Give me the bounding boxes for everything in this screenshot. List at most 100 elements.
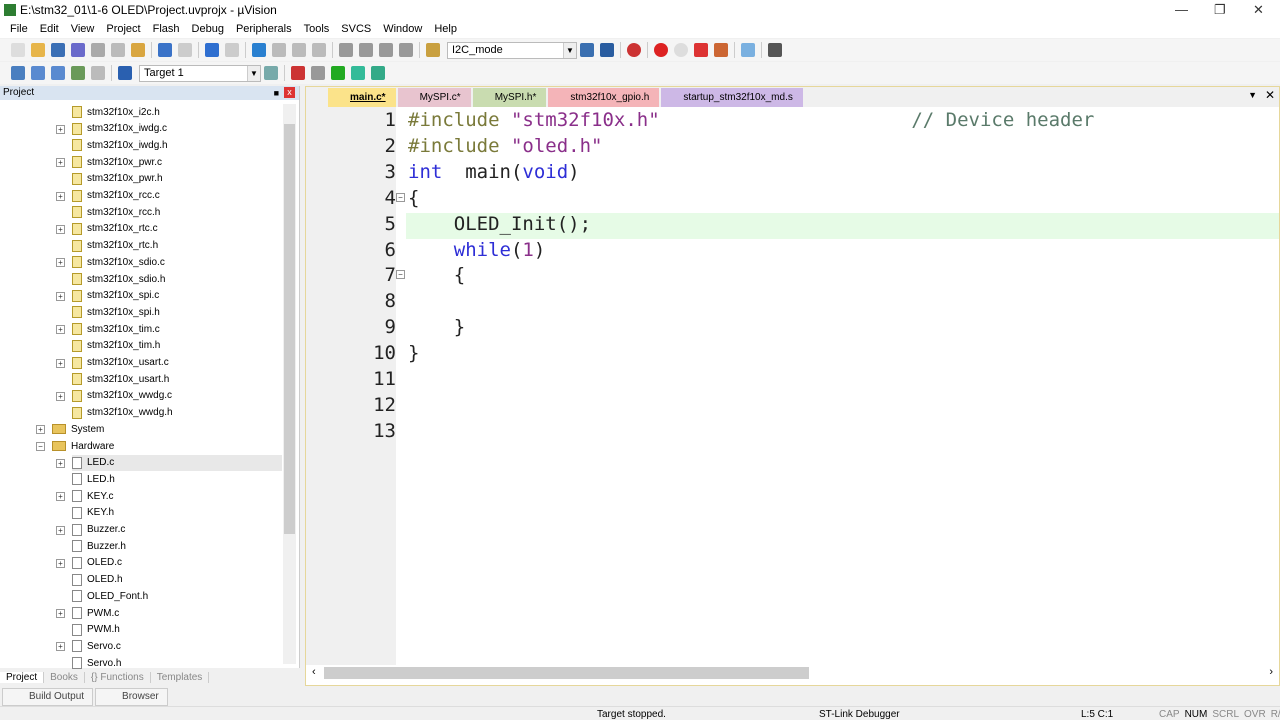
close-tab-icon[interactable]: ✕ — [1265, 88, 1275, 102]
collapse-icon[interactable]: − — [36, 442, 45, 451]
toolbar-icon-17[interactable] — [312, 43, 326, 57]
expand-icon[interactable]: + — [56, 558, 65, 568]
expand-icon[interactable]: + — [56, 191, 65, 201]
debug-icon-1[interactable] — [600, 43, 614, 57]
editor-tab[interactable]: stm32f10x_gpio.h — [548, 88, 660, 107]
pin-icon[interactable]: ■ — [274, 86, 279, 100]
debug-icon-8[interactable] — [714, 43, 728, 57]
target-icon-6[interactable] — [371, 66, 385, 80]
build-icon-4[interactable] — [91, 66, 105, 80]
target-icon-2[interactable] — [291, 66, 305, 80]
target-icon-0[interactable] — [264, 66, 278, 80]
toolbar-icon-24[interactable] — [426, 43, 440, 57]
editor-tab[interactable]: MySPI.h* — [472, 88, 547, 107]
tree-item[interactable]: stm32f10x_iwdg.c — [72, 121, 167, 137]
tree-item[interactable]: stm32f10x_rcc.h — [72, 204, 160, 220]
tree-item[interactable]: OLED_Font.h — [72, 588, 148, 604]
panel-tab-2[interactable]: {} Functions — [85, 671, 151, 683]
tree-item[interactable]: stm32f10x_tim.h — [72, 338, 160, 354]
tree-item[interactable]: stm32f10x_rtc.c — [72, 221, 158, 237]
tree-item[interactable]: KEY.c — [72, 488, 114, 504]
editor[interactable]: main.c* MySPI.c* MySPI.h* stm32f10x_gpio.h s… — [305, 86, 1280, 686]
tree-item[interactable]: stm32f10x_rtc.h — [72, 238, 158, 254]
chevron-down-icon[interactable]: ▼ — [563, 42, 576, 58]
minimize-button[interactable]: — — [1175, 2, 1188, 17]
menu-window[interactable]: Window — [383, 23, 422, 35]
editor-tab[interactable]: startup_stm32f10x_md.s — [661, 88, 803, 107]
tree-item[interactable]: stm32f10x_spi.c — [72, 288, 159, 304]
menu-edit[interactable]: Edit — [40, 23, 59, 35]
tree-item[interactable]: stm32f10x_iwdg.h — [72, 137, 168, 153]
tree-item[interactable]: stm32f10x_spi.h — [72, 304, 160, 320]
toolbar-icon-15[interactable] — [272, 43, 286, 57]
menu-svcs[interactable]: SVCS — [341, 23, 371, 35]
bottom-tab-0[interactable]: Build Output — [2, 688, 94, 706]
fold-icon[interactable]: − — [396, 270, 405, 280]
tree-item[interactable]: KEY.h — [72, 505, 114, 521]
debug-icon-3[interactable] — [627, 43, 641, 57]
build-icon-3[interactable] — [71, 66, 85, 80]
code-line[interactable]: #include "oled.h" — [408, 135, 602, 157]
code-line[interactable]: #include "stm32f10x.h" // Device header — [408, 109, 1094, 131]
target-icon-4[interactable] — [331, 66, 345, 80]
tree-item[interactable]: stm32f10x_i2c.h — [72, 104, 160, 120]
tree-scrollbar[interactable] — [283, 104, 296, 664]
tree-item[interactable]: Buzzer.h — [72, 538, 126, 554]
target-icon-5[interactable] — [351, 66, 365, 80]
toolbar-icon-8[interactable] — [158, 43, 172, 57]
code-line[interactable]: while(1) — [408, 239, 546, 261]
toolbar-icon-9[interactable] — [178, 43, 192, 57]
toolbar-icon-3[interactable] — [71, 43, 85, 57]
debug-icon-12[interactable] — [768, 43, 782, 57]
debug-icon-7[interactable] — [694, 43, 708, 57]
tree-item[interactable]: stm32f10x_tim.c — [72, 321, 160, 337]
code-line[interactable]: { — [408, 264, 465, 286]
code-line[interactable]: } — [408, 342, 419, 364]
expand-icon[interactable]: + — [56, 124, 65, 134]
bottom-tab-1[interactable]: Browser — [95, 688, 168, 706]
build-icon-2[interactable] — [51, 66, 65, 80]
tree-item[interactable]: stm32f10x_wwdg.h — [72, 405, 173, 421]
menu-flash[interactable]: Flash — [153, 23, 180, 35]
toolbar-icon-22[interactable] — [399, 43, 413, 57]
tree-item[interactable]: stm32f10x_sdio.h — [72, 271, 165, 287]
toolbar-icon-4[interactable] — [91, 43, 105, 57]
debug-icon-5[interactable] — [654, 43, 668, 57]
tree-item[interactable]: Hardware — [52, 438, 114, 454]
panel-tab-0[interactable]: Project — [0, 671, 45, 683]
menu-debug[interactable]: Debug — [192, 23, 224, 35]
menu-peripherals[interactable]: Peripherals — [236, 23, 292, 35]
tree-item[interactable]: stm32f10x_usart.c — [72, 355, 169, 371]
tree-item[interactable]: LED.c — [72, 454, 282, 471]
code-line[interactable]: } — [408, 316, 465, 338]
expand-icon[interactable]: + — [56, 609, 65, 618]
expand-icon[interactable]: + — [36, 425, 45, 435]
toolbar-icon-12[interactable] — [225, 43, 239, 57]
menu-help[interactable]: Help — [434, 23, 457, 35]
toolbar-icon-20[interactable] — [359, 43, 373, 57]
chevron-down-icon[interactable]: ▼ — [247, 65, 260, 81]
tree-item[interactable]: OLED.c — [72, 555, 122, 571]
toolbar-icon-16[interactable] — [292, 43, 306, 57]
tab-list-icon[interactable]: ▼ — [1248, 90, 1257, 100]
menu-project[interactable]: Project — [106, 23, 140, 35]
toolbar-icon-11[interactable] — [205, 43, 219, 57]
editor-tab[interactable]: MySPI.c* — [397, 88, 471, 107]
panel-tab-1[interactable]: Books — [44, 671, 85, 683]
tree-item[interactable]: Servo.c — [72, 638, 121, 654]
tree-item[interactable]: OLED.h — [72, 572, 123, 588]
close-panel-button[interactable]: x — [284, 87, 295, 98]
panel-tab-3[interactable]: Templates — [151, 671, 210, 683]
tree-item[interactable]: stm32f10x_pwr.h — [72, 171, 163, 187]
toolbar-icon-0[interactable] — [11, 43, 25, 57]
editor-tab[interactable]: main.c* — [328, 88, 396, 107]
expand-icon[interactable]: + — [56, 358, 65, 368]
expand-icon[interactable]: + — [56, 158, 65, 168]
build-icon-6[interactable] — [118, 66, 132, 80]
tree-item[interactable]: stm32f10x_sdio.c — [72, 254, 165, 270]
toolbar-icon-6[interactable] — [131, 43, 145, 57]
tree-item[interactable]: PWM.h — [72, 622, 120, 638]
expand-icon[interactable]: + — [56, 525, 65, 535]
toolbar-icon-19[interactable] — [339, 43, 353, 57]
code-line[interactable]: { — [408, 187, 419, 209]
